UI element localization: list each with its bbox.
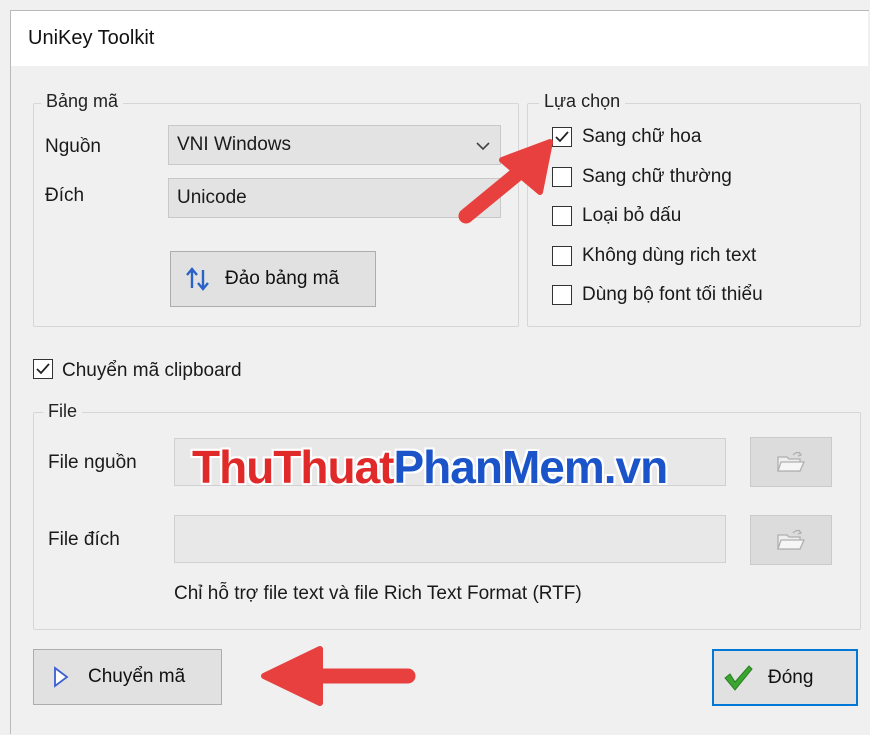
watermark-part2: PhanMem.vn — [393, 441, 669, 493]
convert-button[interactable]: Chuyển mã — [33, 649, 222, 705]
dest-encoding-label: Đích — [45, 185, 85, 206]
swap-encoding-label: Đảo bảng mã — [225, 268, 340, 289]
file-group-legend: File — [43, 401, 83, 422]
close-button[interactable]: Đóng — [712, 649, 858, 706]
watermark-logo: ThuThuatPhanMem.vn — [192, 440, 669, 494]
option-checkbox[interactable] — [552, 246, 572, 266]
dest-encoding-value: Unicode — [177, 187, 247, 208]
checkmark-icon — [36, 363, 50, 375]
file-dest-input[interactable] — [174, 515, 726, 563]
green-check-icon — [724, 664, 753, 691]
open-folder-icon — [777, 451, 806, 472]
annotation-arrow-convert — [261, 646, 416, 706]
clipboard-label: Chuyển mã clipboard — [62, 360, 242, 381]
annotation-arrow-checkbox — [458, 139, 553, 224]
swap-arrows-icon — [186, 267, 209, 291]
encoding-group-legend: Bảng mã — [41, 91, 124, 112]
option-checkbox[interactable] — [552, 285, 572, 305]
option-label: Loại bỏ dấu — [582, 205, 682, 226]
browse-dest-button[interactable] — [750, 515, 832, 565]
file-source-label: File nguồn — [48, 452, 137, 473]
convert-button-label: Chuyển mã — [88, 666, 186, 687]
options-group-legend: Lựa chọn — [539, 91, 626, 112]
file-support-note: Chỉ hỗ trợ file text và file Rich Text F… — [174, 583, 582, 604]
watermark-part1: ThuThuat — [192, 441, 394, 493]
option-label: Sang chữ thường — [582, 166, 732, 187]
open-folder-icon — [777, 529, 806, 550]
option-label: Dùng bộ font tối thiểu — [582, 284, 763, 305]
window-title: UniKey Toolkit — [28, 27, 155, 49]
close-button-label: Đóng — [768, 666, 814, 688]
browse-source-button[interactable] — [750, 437, 832, 487]
clipboard-checkbox[interactable] — [33, 359, 53, 379]
option-label: Sang chữ hoa — [582, 126, 702, 147]
file-dest-label: File đích — [48, 529, 120, 550]
play-arrow-icon — [54, 666, 69, 688]
source-encoding-value: VNI Windows — [177, 134, 292, 155]
source-encoding-label: Nguồn — [45, 136, 101, 157]
option-label: Không dùng rich text — [582, 245, 757, 266]
swap-encoding-button[interactable]: Đảo bảng mã — [170, 251, 376, 307]
